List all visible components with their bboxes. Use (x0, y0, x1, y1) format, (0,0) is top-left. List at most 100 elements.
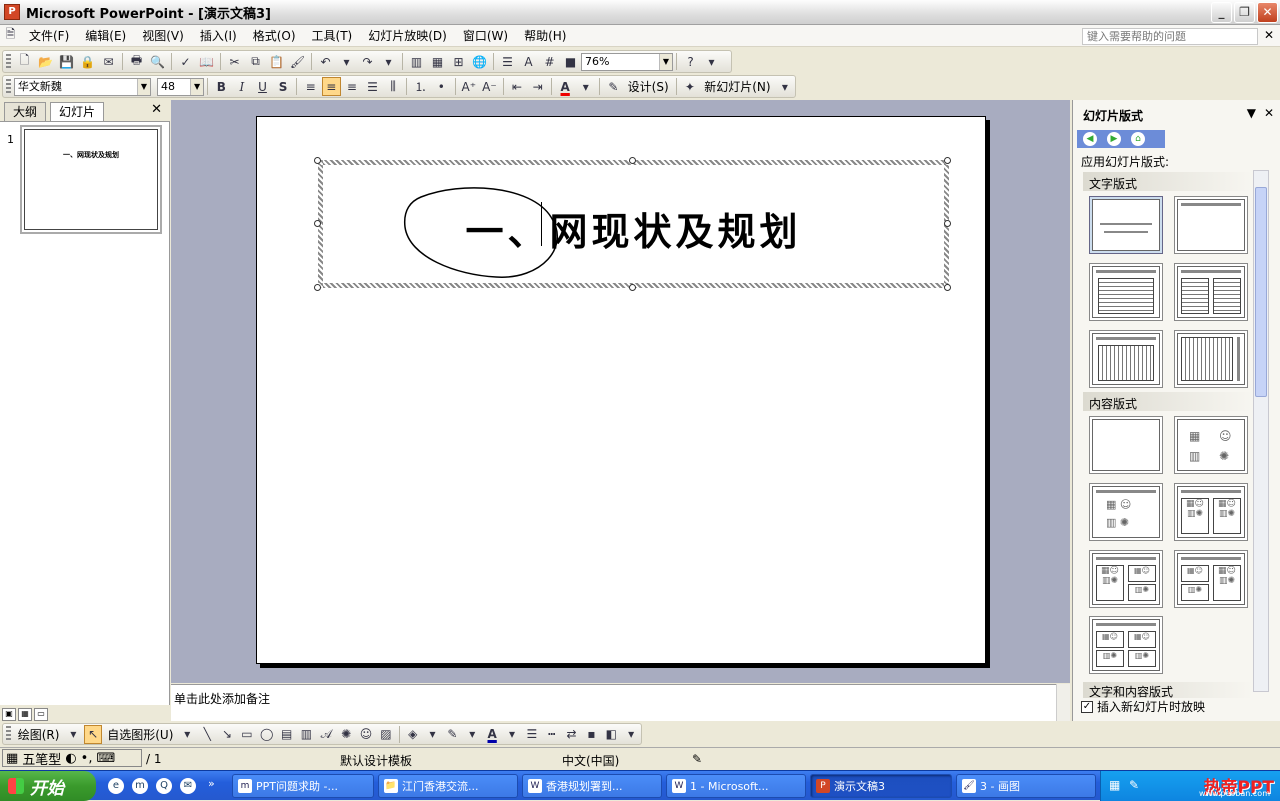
forward-icon[interactable]: ▶ (1107, 132, 1121, 146)
chevron-down-icon[interactable]: ▼ (659, 53, 672, 70)
help-icon[interactable]: ? (681, 52, 700, 71)
new-icon[interactable]: 🗋 (15, 52, 34, 71)
chevron-down-icon[interactable]: ▼ (190, 78, 204, 95)
design-icon[interactable]: ✎ (604, 77, 623, 96)
oval-icon[interactable]: ◯ (258, 725, 276, 744)
numbering-icon[interactable]: ⒈ (411, 77, 430, 96)
line-style-icon[interactable]: ☰ (523, 725, 541, 744)
menu-file[interactable]: 文件(F) (21, 25, 77, 47)
arrow-style-icon[interactable]: ⇄ (563, 725, 581, 744)
title-placeholder[interactable]: 一、网现状及规划 (318, 160, 949, 288)
tab-slides[interactable]: 幻灯片 (50, 102, 105, 121)
back-icon[interactable]: ◀ (1083, 132, 1097, 146)
more-icon[interactable]: » (208, 777, 215, 790)
toolbar-options-icon[interactable]: ▾ (776, 77, 795, 96)
ime-logo-icon[interactable]: ▦ (6, 751, 18, 766)
undo-icon[interactable]: ↶ (316, 52, 335, 71)
paste-icon[interactable]: 📋 (267, 52, 286, 71)
decrease-font-icon[interactable]: A⁻ (480, 77, 499, 96)
insert-table-icon[interactable]: ▦ (428, 52, 447, 71)
taskbar-item-ppt-help[interactable]: m PPT问题求助 -... (232, 774, 374, 798)
layout-title-two-content[interactable]: ▦☺ ▥✺ ▦☺ ▥✺ (1174, 483, 1248, 541)
email-icon[interactable]: ✉ (99, 52, 118, 71)
taskbar-item-hongkong-planning[interactable]: W 香港规划署到... (522, 774, 662, 798)
grid-icon[interactable]: # (540, 52, 559, 71)
layout-title-content-two[interactable]: ▦☺ ▥✺ ▦☺ ▥✺ (1089, 550, 1163, 608)
chevron-down-icon[interactable]: ▾ (503, 725, 521, 744)
document-icon[interactable]: 🗎 (1, 26, 20, 45)
ie-icon[interactable]: e (108, 778, 124, 794)
font-select[interactable]: 华文新魏 ▼ (13, 77, 151, 96)
start-button[interactable]: 开始 (0, 771, 96, 801)
font-color-icon[interactable]: A (483, 725, 501, 744)
picture-icon[interactable]: ▨ (377, 725, 395, 744)
slide-sorter-icon[interactable]: ▦ (18, 707, 32, 721)
print-icon[interactable]: 🖶 (127, 52, 146, 71)
close-button[interactable]: ✕ (1257, 2, 1278, 23)
slide-thumbnail[interactable]: 一、网现状及规划 (20, 125, 162, 234)
redo-dropdown-icon[interactable]: ▾ (379, 52, 398, 71)
undo-dropdown-icon[interactable]: ▾ (337, 52, 356, 71)
italic-button[interactable]: I (233, 77, 252, 96)
ime-tray-icon[interactable]: ▦ (1109, 778, 1120, 792)
menu-edit[interactable]: 编辑(E) (77, 25, 134, 47)
tables-borders-icon[interactable]: ⊞ (449, 52, 468, 71)
increase-indent-icon[interactable]: ⇥ (528, 77, 547, 96)
font-color-icon[interactable]: A (556, 77, 575, 96)
keyboard-icon[interactable]: ⌨ (96, 751, 115, 766)
justify-icon[interactable]: ☰ (363, 77, 382, 96)
taskbar-item-microsoft[interactable]: W 1 - Microsoft... (666, 774, 806, 798)
minimize-button[interactable]: _ (1211, 2, 1232, 23)
chevron-down-icon[interactable]: ▾ (463, 725, 481, 744)
toolbar-options-icon[interactable]: ▾ (702, 52, 721, 71)
resize-handle-t[interactable] (629, 157, 636, 164)
moon-icon[interactable]: ◐ (65, 751, 76, 766)
toolbar-options-icon[interactable]: ▾ (622, 725, 640, 744)
menu-help[interactable]: 帮助(H) (516, 25, 574, 47)
checkbox-checked-icon[interactable]: ✓ (1081, 700, 1093, 713)
resize-handle-b[interactable] (629, 284, 636, 291)
dash-style-icon[interactable]: ┅ (543, 725, 561, 744)
help-search-input[interactable]: 键入需要帮助的问题 (1082, 28, 1258, 45)
font-color-dropdown-icon[interactable]: ▾ (576, 77, 595, 96)
spelling-icon[interactable]: ✓ (176, 52, 195, 71)
hyperlink-icon[interactable]: 🌐 (470, 52, 489, 71)
powerpoint-icon[interactable]: P (4, 4, 20, 20)
bullets-icon[interactable]: • (432, 77, 451, 96)
design-button[interactable]: 设计(S) (624, 78, 673, 95)
underline-button[interactable]: U (253, 77, 272, 96)
line-color-icon[interactable]: ✎ (444, 725, 462, 744)
textbox-icon[interactable]: ▤ (278, 725, 296, 744)
layout-title-slide[interactable] (1089, 196, 1163, 254)
draw-menu-button[interactable]: 绘图(R) (14, 726, 64, 743)
chevron-down-icon[interactable]: ▾ (64, 725, 82, 744)
copy-icon[interactable]: ⧉ (246, 52, 265, 71)
chevron-down-icon[interactable]: ▼ (136, 78, 150, 95)
chevron-down-icon[interactable]: ▾ (178, 725, 196, 744)
menu-view[interactable]: 视图(V) (134, 25, 192, 47)
resize-handle-br[interactable] (944, 284, 951, 291)
resize-handle-bl[interactable] (314, 284, 321, 291)
layout-content[interactable]: ▦ ☺ ▥ ✺ (1174, 416, 1248, 474)
menu-tools[interactable]: 工具(T) (304, 25, 361, 47)
align-center-icon[interactable]: ≡ (321, 77, 341, 96)
print-preview-icon[interactable]: 🔍 (148, 52, 167, 71)
close-icon[interactable]: ✕ (1264, 106, 1274, 120)
menu-insert[interactable]: 插入(I) (192, 25, 245, 47)
autoshapes-button[interactable]: 自选图形(U) (103, 726, 177, 743)
new-slide-icon[interactable]: ✦ (681, 77, 700, 96)
freehand-ellipse-drawing[interactable] (401, 185, 581, 285)
show-on-insert-checkbox[interactable]: ✓ 插入新幻灯片时放映 (1081, 698, 1205, 715)
zoom-select[interactable]: 76% ▼ (581, 52, 673, 71)
decrease-indent-icon[interactable]: ⇤ (508, 77, 527, 96)
wordart-icon[interactable]: 𝒜 (317, 725, 335, 744)
cut-icon[interactable]: ✂ (225, 52, 244, 71)
restore-button[interactable]: ❐ (1234, 2, 1255, 23)
3d-style-icon[interactable]: ◧ (602, 725, 620, 744)
layout-blank[interactable] (1089, 416, 1163, 474)
layout-title-only[interactable] (1174, 196, 1248, 254)
taskbar-item-jiangmen[interactable]: 📁 江门香港交流... (378, 774, 518, 798)
increase-font-icon[interactable]: A⁺ (460, 77, 479, 96)
pen-icon[interactable]: ✎ (1129, 778, 1139, 792)
maxthon-icon[interactable]: m (132, 778, 148, 794)
